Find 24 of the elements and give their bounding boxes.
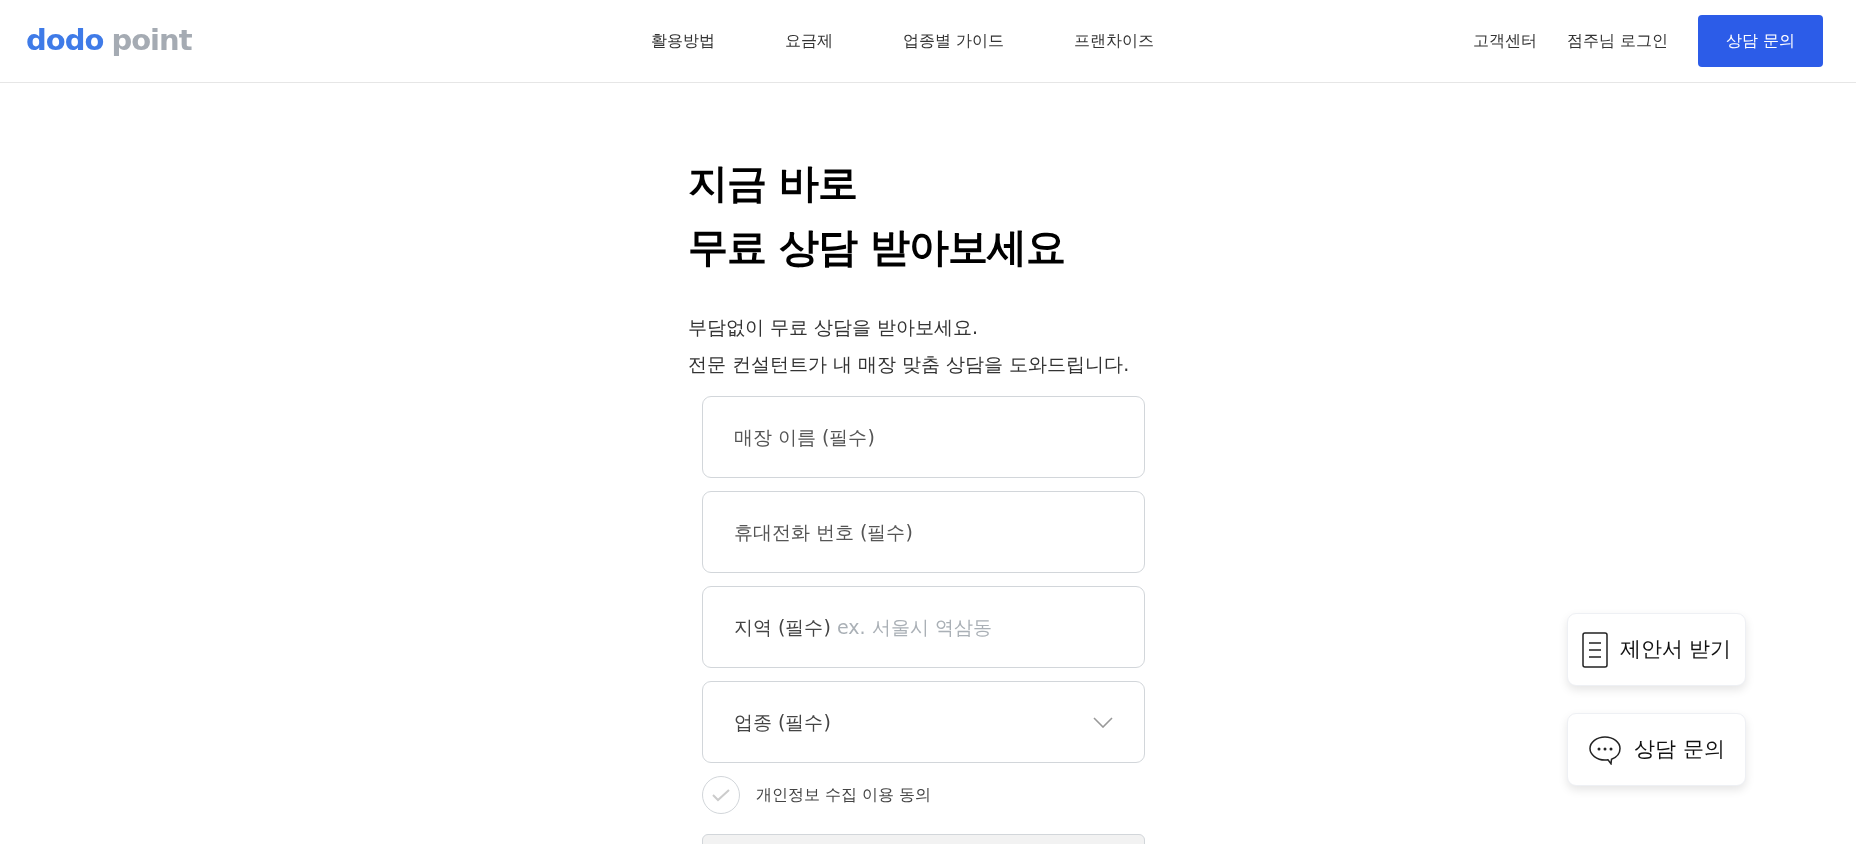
nav-link[interactable]: 프랜차이즈 <box>1073 29 1154 53</box>
nav-link[interactable]: 업종별 가이드 <box>902 29 1004 53</box>
floating-button[interactable]: 상담 문의 <box>1567 713 1746 786</box>
chevron-down-icon <box>1093 716 1113 728</box>
header-link[interactable]: 고객센터 <box>1472 29 1537 53</box>
input-field[interactable]: ex. 서울시 역삼동 <box>834 611 1113 643</box>
nav-link[interactable]: 활용방법 <box>650 29 715 53</box>
nav-link[interactable]: 요금제 <box>784 29 833 53</box>
logo-text[interactable]: dodo <box>26 19 104 63</box>
subtitle-text: 부담없이 무료 상담을 받아보세요. <box>688 315 980 340</box>
page-title: 무료 상담 받아보세요 <box>688 223 1066 272</box>
field-label: 지역 (필수) <box>734 614 831 640</box>
subtitle-text: 전문 컨설턴트가 내 매장 맞춤 상담을 도와드립니다. <box>688 352 1131 378</box>
page-title: 지금 바로 <box>688 159 858 208</box>
input-field[interactable]: 매장 이름 (필수) <box>702 396 1145 479</box>
floating-button[interactable]: 제안서 받기 <box>1567 613 1746 686</box>
consent-label: 개인정보 수집 이용 동의 <box>756 784 932 807</box>
check-icon <box>712 788 730 802</box>
input-field[interactable]: 휴대전화 번호 (필수) <box>702 491 1145 574</box>
header-link[interactable]: 점주님 로그인 <box>1566 29 1668 53</box>
select-field[interactable]: 업종 (필수) <box>702 681 1145 764</box>
chat-bubble-icon <box>1588 734 1623 765</box>
consult-button[interactable]: 상담 문의 <box>1698 15 1823 67</box>
document-icon <box>1581 631 1608 668</box>
